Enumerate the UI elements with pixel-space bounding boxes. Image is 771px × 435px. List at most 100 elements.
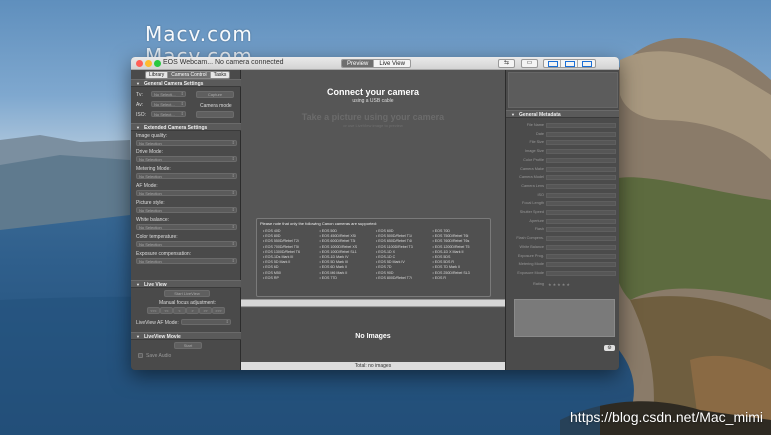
connect-camera-subtitle: using a USB cable	[352, 98, 394, 104]
general-metadata-title: General Metadata	[518, 112, 561, 118]
supported-camera-item: EOS 90D	[376, 271, 433, 275]
metadata-value-field[interactable]	[546, 192, 616, 198]
supported-camera-item: EOS 800D/Rebel T7i	[376, 276, 433, 280]
right-panel: ▼ General Metadata File Name Date File Size…	[505, 70, 619, 370]
supported-camera-item: EOS 700D/Rebel T5i	[263, 245, 320, 249]
live-view-movie-title: LiveView Movie	[143, 334, 181, 340]
metadata-value-field[interactable]	[546, 253, 616, 259]
color-temperature-label: Color temperature:	[136, 234, 178, 240]
iso-select[interactable]: No Select...	[151, 111, 186, 117]
focus-near-3-button[interactable]: >>>	[212, 307, 225, 314]
layout-toggle-group[interactable]	[543, 59, 596, 68]
supported-camera-item: EOS-1D Mark IV	[320, 255, 377, 259]
supported-camera-item: EOS-1D X Mark II	[433, 250, 490, 254]
camera-mode-label: Camera mode	[200, 103, 232, 109]
metadata-value-field[interactable]	[546, 131, 616, 137]
metadata-row: ISO	[506, 192, 619, 199]
left-sidebar: Library Camera Control Tasks ▼ General Ca…	[131, 70, 241, 370]
supported-camera-item: EOS 500D/Rebel T1i	[376, 234, 433, 238]
metadata-value-field[interactable]	[546, 218, 616, 224]
general-settings-title: General Camera Settings	[143, 81, 204, 87]
picture-style-select[interactable]: No Selection	[136, 207, 237, 213]
tab-tasks[interactable]: Tasks	[211, 72, 230, 78]
start-liveview-button[interactable]: Start LiveView	[164, 290, 210, 297]
af-mode-select[interactable]: No Selection	[136, 190, 237, 196]
gear-icon[interactable]: ⚙	[604, 345, 615, 351]
tv-select[interactable]: No Selecti...	[151, 91, 186, 97]
view-mode-segmented-control[interactable]: Preview Live View	[341, 59, 411, 68]
metadata-value-field[interactable]	[546, 262, 616, 268]
start-movie-button[interactable]: Start	[174, 342, 202, 349]
metadata-row: Color Profile	[506, 157, 619, 164]
supported-camera-item: EOS 5D Mark II	[263, 260, 320, 264]
extended-settings-title: Extended Camera Settings	[143, 125, 208, 131]
extended-settings-header[interactable]: ▼ Extended Camera Settings	[131, 123, 241, 131]
focus-far-3-button[interactable]: <<<	[147, 307, 160, 314]
focus-near-2-button[interactable]: >>	[199, 307, 212, 314]
watermark-line-1: Macv.com	[145, 22, 253, 46]
layout-bottom-panel-icon[interactable]	[561, 60, 578, 67]
metadata-key: Exposure Mode	[517, 270, 544, 275]
live-view-tab[interactable]: Live View	[374, 60, 410, 67]
white-balance-select[interactable]: No Selection	[136, 224, 237, 230]
save-audio-checkbox[interactable]	[138, 353, 143, 358]
metadata-value-field[interactable]	[546, 210, 616, 215]
live-view-header[interactable]: ▼ Live View	[131, 280, 241, 288]
split-view-divider[interactable]	[241, 299, 505, 307]
metadata-row: Camera Make	[506, 166, 619, 173]
focus-button-group: <<< << < > >> >>>	[147, 307, 225, 314]
metadata-value-field[interactable]	[546, 236, 616, 242]
metadata-value-field[interactable]	[546, 175, 616, 181]
metadata-key: Focal Length	[522, 201, 544, 206]
layout-right-panel-icon[interactable]	[578, 60, 595, 67]
supported-camera-item: EOS-1D X	[376, 250, 433, 254]
metadata-value-field[interactable]	[546, 270, 616, 276]
metadata-value-field[interactable]	[546, 227, 616, 233]
iso-label: ISO:	[136, 112, 147, 118]
drive-mode-select[interactable]: No Selection	[136, 156, 237, 162]
image-quality-select[interactable]: No Selection	[136, 140, 237, 146]
connect-camera-title: Connect your camera	[326, 87, 420, 97]
focus-near-1-button[interactable]: >	[186, 307, 199, 314]
supported-camera-item: EOS 50D	[320, 229, 377, 233]
metadata-value-field[interactable]	[546, 201, 616, 207]
metering-mode-select[interactable]: No Selection	[136, 173, 237, 179]
supported-camera-item: EOS 60D	[376, 229, 433, 233]
supported-camera-item: EOS-1Ds Mark III	[263, 255, 320, 259]
color-temperature-select[interactable]: No Selection	[136, 241, 237, 247]
metadata-row: Flash Compens.	[506, 235, 619, 242]
metadata-value-field[interactable]	[546, 183, 616, 189]
general-settings-header[interactable]: ▼ General Camera Settings	[131, 79, 241, 87]
supported-camera-item: EOS RP	[263, 276, 320, 280]
camera-connect-icon[interactable]: ⇆	[498, 59, 515, 68]
supported-camera-item: EOS 5D Mark III	[320, 260, 377, 264]
status-bar: Total: no images	[241, 362, 505, 370]
manual-focus-label: Manual focus adjustment:	[159, 300, 216, 306]
tab-library[interactable]: Library	[146, 72, 169, 78]
preview-tab[interactable]: Preview	[342, 60, 375, 67]
capture-button[interactable]: Capture	[196, 91, 234, 98]
live-view-movie-header[interactable]: ▼ LiveView Movie	[131, 332, 241, 340]
metadata-key: File Size	[529, 140, 544, 145]
preview-area: Connect your camera using a USB cable Ta…	[241, 70, 505, 299]
av-select[interactable]: No Select...	[151, 101, 186, 107]
metadata-value-field[interactable]	[546, 123, 616, 128]
metadata-value-field[interactable]	[546, 244, 616, 250]
metadata-value-field[interactable]	[546, 166, 616, 172]
sidebar-tabs[interactable]: Library Camera Control Tasks	[145, 71, 231, 79]
focus-far-2-button[interactable]: <<	[160, 307, 173, 314]
metadata-value-field[interactable]	[546, 149, 616, 155]
metadata-value-field[interactable]	[546, 157, 616, 163]
metadata-value-field[interactable]	[546, 140, 616, 146]
focus-far-1-button[interactable]: <	[173, 307, 186, 314]
liveview-af-mode-select[interactable]	[181, 319, 231, 325]
display-icon[interactable]: ▭	[521, 59, 538, 68]
exposure-comp-select[interactable]: No Selection	[136, 258, 237, 264]
picture-style-label: Picture style:	[136, 200, 165, 206]
disclosure-triangle-icon: ▼	[136, 282, 140, 287]
tab-camera-control[interactable]: Camera Control	[168, 72, 211, 78]
rating-stars[interactable]: ★★★★★	[548, 281, 571, 288]
general-metadata-header[interactable]: ▼ General Metadata	[506, 110, 619, 118]
layout-left-panel-icon[interactable]	[544, 60, 561, 67]
disclosure-triangle-icon: ▼	[511, 112, 515, 117]
